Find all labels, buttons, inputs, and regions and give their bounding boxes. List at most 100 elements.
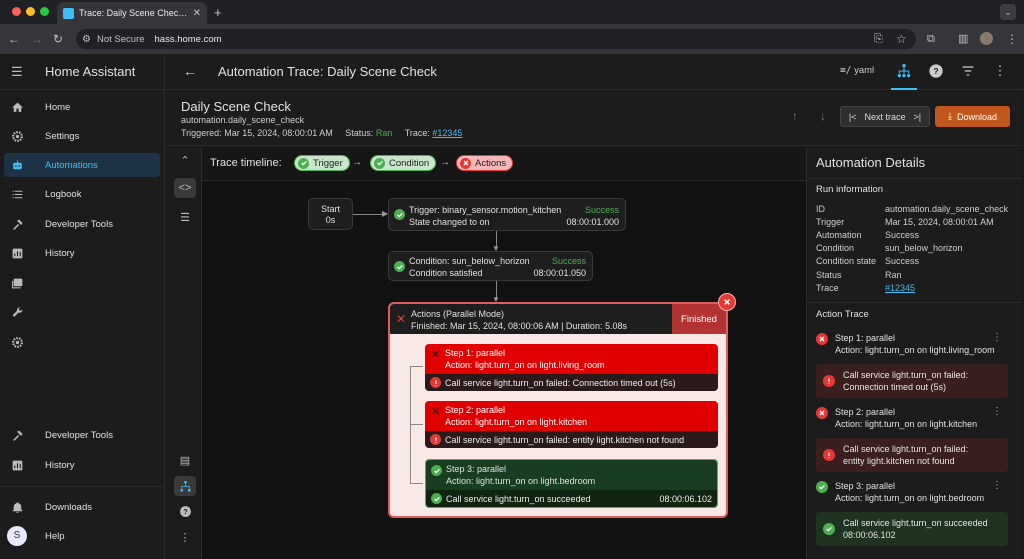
tab-search-button[interactable]: ⌄ (1000, 4, 1016, 20)
minimize-window-button[interactable] (26, 7, 35, 16)
yaml-label: yaml (854, 65, 875, 76)
profile-avatar[interactable] (980, 32, 993, 45)
sidebar-item-history-2[interactable]: History (4, 453, 160, 477)
close-icon[interactable] (718, 293, 736, 311)
sidebar-item-history[interactable]: History (4, 241, 160, 265)
check-icon (298, 157, 309, 169)
sidebar-item-settings[interactable]: Settings (4, 124, 160, 148)
graph-view-icon[interactable] (174, 476, 196, 496)
action-trace-step-3[interactable]: Step 3: parallel Action: light.turn_on on… (816, 480, 1016, 504)
back-arrow-icon[interactable]: ← (183, 63, 197, 79)
trace-id-link[interactable]: #12345 (885, 283, 915, 293)
next-trace-arrow-icon[interactable]: ↓ (820, 109, 826, 123)
step-menu-icon[interactable]: ⋮ (992, 406, 1002, 418)
sidebar-item-label: Developer Tools (45, 218, 113, 230)
list-icon (10, 187, 24, 201)
trigger-node[interactable]: Trigger: binary_sensor.motion_kitchen St… (388, 198, 626, 231)
side-panel-icon[interactable]: ▥ (958, 31, 968, 47)
help-icon[interactable]: ? (174, 501, 196, 521)
list-view-icon[interactable]: ☰ (174, 207, 196, 227)
sidebar-item-label: History (45, 459, 75, 471)
translate-icon[interactable]: ⎘ (874, 31, 883, 47)
action-trace-step-1[interactable]: Step 1: parallel Action: light.turn_on on… (816, 332, 1016, 356)
condition-node[interactable]: Condition: sun_below_horizon Condition s… (388, 251, 593, 281)
step-menu-icon[interactable]: ⋮ (992, 480, 1002, 492)
hamburger-menu-icon[interactable]: ☰ (11, 64, 24, 80)
download-button[interactable]: ⤓ Download (935, 106, 1010, 127)
back-arrow-icon[interactable]: ← (8, 31, 20, 47)
site-info-icon[interactable]: ⚙ (82, 34, 91, 45)
address-bar[interactable]: ⚙ Not Secure hass.home.com (76, 29, 916, 49)
user-avatar[interactable]: S (7, 526, 27, 546)
browser-menu-icon[interactable]: ⋮ (1006, 31, 1018, 47)
trace-timeline-label: Trace timeline: (210, 157, 282, 169)
media-icon (10, 276, 24, 290)
condition-status: Success (551, 256, 586, 266)
sidebar-item-label: Settings (45, 130, 80, 142)
timeline-chip-trigger[interactable]: Trigger (294, 155, 350, 171)
extensions-icon[interactable]: ⧉ (927, 31, 935, 47)
yaml-mode-button[interactable]: ≡/ yaml (840, 65, 874, 76)
step-menu-icon[interactable]: ⋮ (992, 332, 1002, 344)
overflow-menu-icon[interactable]: ⋮ (992, 63, 1008, 79)
run-info-row: Trace #12345 (816, 283, 916, 293)
sidebar-header: ☰ Home Assistant (0, 54, 165, 90)
code-view-icon[interactable]: <> (174, 178, 196, 198)
robot-icon (10, 158, 24, 172)
chart-icon (10, 458, 24, 472)
triggered-time: Mar 15, 2024, 08:00:01 AM (224, 128, 333, 138)
filter-icon[interactable] (960, 63, 976, 79)
trigger-detail: State changed to on (409, 217, 490, 227)
trace-id-link[interactable]: #12345 (432, 128, 462, 138)
action-step-3[interactable]: Step 3: parallel Action: light.turn_on o… (425, 459, 718, 508)
condition-detail: Condition satisfied (409, 268, 483, 278)
reload-icon[interactable]: ↻ (53, 31, 63, 47)
forward-arrow-icon[interactable]: → (31, 31, 43, 47)
sidebar-item-developer-tools[interactable]: Developer Tools (4, 212, 160, 236)
chart-icon (10, 246, 24, 260)
action-trace-message: Call service light.turn_on failed: entity… (816, 438, 1008, 472)
run-info-row: Condition sun_below_horizon (816, 243, 963, 253)
sidebar-item-media[interactable] (4, 271, 160, 295)
graph-mode-icon[interactable] (896, 63, 912, 79)
sidebar-item-automations[interactable]: Automations (4, 153, 160, 177)
maximize-window-button[interactable] (40, 7, 49, 16)
branch-line (410, 424, 423, 425)
help-icon[interactable]: ? (928, 63, 944, 79)
new-tab-button[interactable]: + (214, 5, 222, 20)
sidebar-item-config[interactable] (4, 330, 160, 354)
sidebar-item-home[interactable]: Home (4, 95, 160, 119)
divider (807, 302, 1021, 303)
sidebar-item-profile[interactable]: Help (4, 524, 160, 548)
branch-line (410, 483, 423, 484)
sidebar-item-logbook[interactable]: Logbook (4, 182, 160, 206)
action-step-2[interactable]: ✕ Step 2: parallel Action: light.turn_on… (425, 401, 718, 448)
close-tab-icon[interactable]: ✕ (193, 8, 201, 19)
sidebar-divider (0, 486, 165, 487)
check-icon (431, 465, 442, 476)
close-window-button[interactable] (12, 7, 21, 16)
step-result: Call service light.turn_on failed: entit… (445, 434, 685, 445)
action-trace-step-2[interactable]: Step 2: parallel Action: light.turn_on on… (816, 406, 1016, 430)
step-time: 08:00:06.102 (659, 493, 712, 504)
action-trace-message: Call service light.turn_on succeeded 08:0… (816, 512, 1008, 546)
trigger-status: Success (584, 205, 619, 215)
previous-trace-arrow-icon[interactable]: ↑ (792, 109, 798, 123)
more-options-icon[interactable]: ⋮ (174, 527, 196, 547)
bookmark-star-icon[interactable]: ☆ (896, 31, 907, 47)
sidebar-item-developer-tools-2[interactable]: Developer Tools (4, 423, 160, 447)
browser-tab[interactable]: Trace: Daily Scene Check - Home Assistan… (57, 2, 207, 24)
next-trace-button[interactable]: |< Next trace >| (840, 106, 930, 127)
step-result: Call service light.turn_on succeeded (446, 493, 591, 504)
sidebar-item-tools[interactable] (4, 300, 160, 324)
timeline-chip-condition[interactable]: Condition (370, 155, 437, 171)
sidebar-item-notifications[interactable]: Downloads (4, 495, 160, 519)
start-label: Start (320, 204, 340, 214)
timeline-chip-actions[interactable]: Actions (456, 155, 514, 171)
collapse-up-icon[interactable]: ⌃ (174, 150, 196, 170)
url-text[interactable]: hass.home.com (155, 34, 222, 45)
media-view-icon[interactable]: ▤ (174, 450, 196, 470)
action-step-1[interactable]: ✕ Step 1: parallel Action: light.turn_on… (425, 344, 718, 391)
gear-icon (10, 129, 24, 143)
start-node[interactable]: Start 0s (308, 198, 353, 230)
